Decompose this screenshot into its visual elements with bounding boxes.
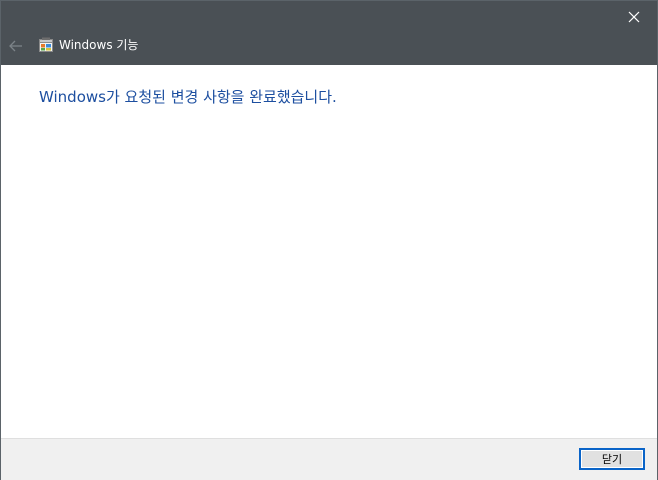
dialog-footer: 닫기 [1,438,657,480]
title-bar[interactable]: Windows 기능 [1,1,657,65]
windows-features-dialog: Windows 기능 Windows가 요청된 변경 사항을 완료했습니다. 닫… [0,0,658,480]
window-title: Windows 기능 [59,38,139,52]
back-button[interactable] [5,35,27,57]
close-icon [628,11,640,23]
close-button[interactable]: 닫기 [579,448,645,470]
windows-features-icon [39,37,53,52]
close-window-button[interactable] [611,1,657,33]
completion-message: Windows가 요청된 변경 사항을 완료했습니다. [39,88,337,106]
back-arrow-icon [9,40,22,52]
